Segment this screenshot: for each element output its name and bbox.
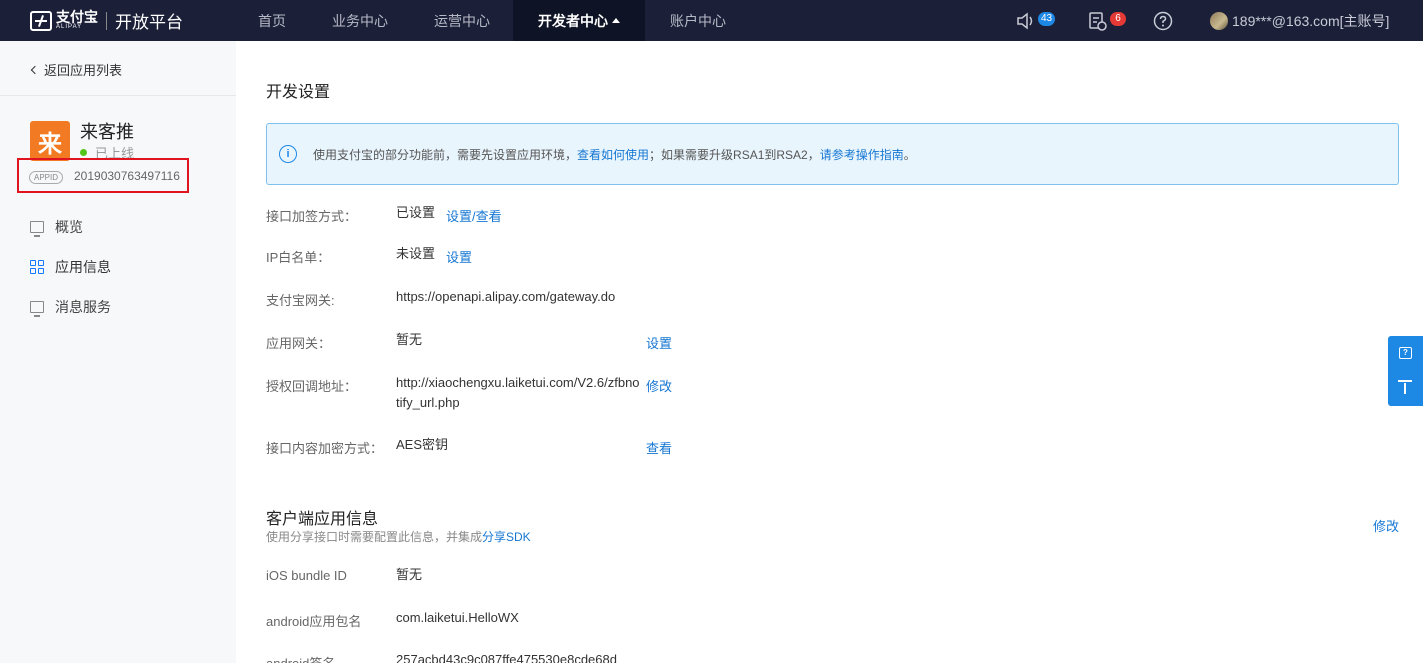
sign-method-label: 接口加签方式： xyxy=(266,209,358,224)
sign-method-set-view-link[interactable]: 设置/查看 xyxy=(446,206,502,225)
grid-icon xyxy=(30,260,44,274)
logo-text-en: ALIPAY xyxy=(56,24,83,30)
alipay-logo[interactable]: 支付宝 ALIPAY 开放平台 xyxy=(30,0,183,41)
notice-text-2: ；如果需要升级RSA1到RSA2， xyxy=(649,147,820,162)
share-sdk-link[interactable]: 分享SDK xyxy=(482,530,531,544)
chevron-left-icon xyxy=(30,65,40,74)
floating-help-widget: ? xyxy=(1388,336,1423,406)
android-package-label: android应用包名 xyxy=(266,614,362,629)
app-gateway-set-link[interactable]: 设置 xyxy=(646,333,672,352)
alipay-logo-icon xyxy=(30,10,52,31)
ip-whitelist-value: 未设置 xyxy=(396,246,436,261)
dev-settings-title: 开发设置 xyxy=(266,84,331,101)
nav-home[interactable]: 首页 xyxy=(245,0,299,41)
monitor-icon xyxy=(30,221,44,237)
nav-business-center[interactable]: 业务中心 xyxy=(319,0,401,41)
info-notice: i 使用支付宝的部分功能前，需要先设置应用环境， 查看如何使用 ；如果需要升级R… xyxy=(266,123,1399,185)
sidebar-item-label: 应用信息 xyxy=(55,259,111,275)
auth-callback-label: 授权回调地址： xyxy=(266,379,358,394)
speaker-icon xyxy=(1017,11,1033,30)
sign-method-value: 已设置 xyxy=(396,205,436,220)
sidebar-item-overview[interactable]: 概览 xyxy=(30,217,83,237)
app-gateway-label: 应用网关： xyxy=(266,336,332,351)
app-name: 来客推 xyxy=(80,122,134,142)
nav-account-center[interactable]: 账户中心 xyxy=(657,0,739,41)
sidebar-item-label: 概览 xyxy=(55,219,83,235)
client-info-desc: 使用分享接口时需要配置此信息，并集成分享SDK xyxy=(266,528,531,545)
task-list-icon xyxy=(1089,11,1107,31)
client-info-title: 客户端应用信息 xyxy=(266,511,379,528)
nav-operations-center[interactable]: 运营中心 xyxy=(421,0,503,41)
operation-guide-link[interactable]: 请参考操作指南 xyxy=(820,146,904,163)
task-count-badge: 6 xyxy=(1110,11,1126,26)
sidebar-item-app-info[interactable]: 应用信息 xyxy=(30,257,111,277)
sidebar-item-message-service[interactable]: 消息服务 xyxy=(30,297,111,317)
app-gateway-value: 暂无 xyxy=(396,332,423,347)
notice-text-1: 使用支付宝的部分功能前，需要先设置应用环境， xyxy=(313,147,578,162)
ip-whitelist-set-link[interactable]: 设置 xyxy=(446,247,472,266)
alipay-gateway-label: 支付宝网关: xyxy=(266,293,335,308)
info-icon: i xyxy=(279,145,297,163)
how-to-use-link[interactable]: 查看如何使用 xyxy=(577,146,649,163)
back-to-top-icon[interactable] xyxy=(1398,380,1412,394)
left-sidebar: 返回应用列表 来 来客推 已上线 APPID 2019030763497116 … xyxy=(0,41,236,663)
client-desc-text: 使用分享接口时需要配置此信息，并集成 xyxy=(266,530,483,544)
help-button[interactable] xyxy=(1153,0,1173,41)
encryption-view-link[interactable]: 查看 xyxy=(646,438,672,457)
sidebar-item-label: 消息服务 xyxy=(55,299,111,315)
main-content: 开发设置 i 使用支付宝的部分功能前，需要先设置应用环境， 查看如何使用 ；如果… xyxy=(236,41,1423,663)
user-menu[interactable]: 189***@163.com[主账号] xyxy=(1210,0,1389,41)
feedback-question-icon[interactable]: ? xyxy=(1399,347,1412,359)
client-info-edit-link[interactable]: 修改 xyxy=(1373,516,1399,535)
logo-text-cn: 支付宝 xyxy=(56,9,98,25)
android-signature-value: 257acbd43c9c087ffe475530e8cde68d xyxy=(396,652,617,663)
notification-count-badge: 43 xyxy=(1038,11,1056,26)
notification-button[interactable]: 43 xyxy=(1016,0,1056,41)
encryption-method-value: AES密钥 xyxy=(396,437,449,452)
android-package-value: com.laiketui.HelloWX xyxy=(396,610,519,625)
app-icon: 来 xyxy=(30,121,70,161)
nav-developer-center-label: 开发者中心 xyxy=(538,12,608,29)
back-label: 返回应用列表 xyxy=(44,63,123,78)
help-icon xyxy=(1153,11,1173,30)
task-button[interactable]: 6 xyxy=(1088,0,1126,41)
logo-divider xyxy=(106,11,107,30)
encryption-method-label: 接口内容加密方式： xyxy=(266,441,384,456)
platform-title: 开放平台 xyxy=(115,13,183,32)
auth-callback-value-line2: tify_url.php xyxy=(396,395,460,410)
alipay-gateway-value: https://openapi.alipay.com/gateway.do xyxy=(396,289,616,304)
auth-callback-edit-link[interactable]: 修改 xyxy=(646,376,672,395)
top-navbar: 支付宝 ALIPAY 开放平台 首页 业务中心 运营中心 开发者中心 账户中心 … xyxy=(0,0,1423,41)
notice-text-3: 。 xyxy=(903,147,916,162)
ip-whitelist-label: IP白名单： xyxy=(266,250,331,265)
monitor-icon xyxy=(30,301,44,317)
caret-up-icon xyxy=(612,18,620,23)
status-online-dot xyxy=(80,149,87,156)
ios-bundle-id-value: 暂无 xyxy=(396,567,423,582)
back-to-app-list-link[interactable]: 返回应用列表 xyxy=(30,60,123,79)
android-signature-label: android签名 xyxy=(266,653,335,663)
user-account: 189***@163.com[主账号] xyxy=(1232,12,1390,29)
sidebar-divider xyxy=(0,95,236,96)
appid-value: 2019030763497116 xyxy=(74,169,180,183)
appid-tag: APPID xyxy=(29,171,64,184)
avatar xyxy=(1210,11,1228,30)
auth-callback-value-line1: http://xiaochengxu.laiketui.com/V2.6/zfb… xyxy=(396,375,640,390)
ios-bundle-id-label: iOS bundle ID xyxy=(266,568,347,583)
nav-developer-center[interactable]: 开发者中心 xyxy=(513,0,645,41)
